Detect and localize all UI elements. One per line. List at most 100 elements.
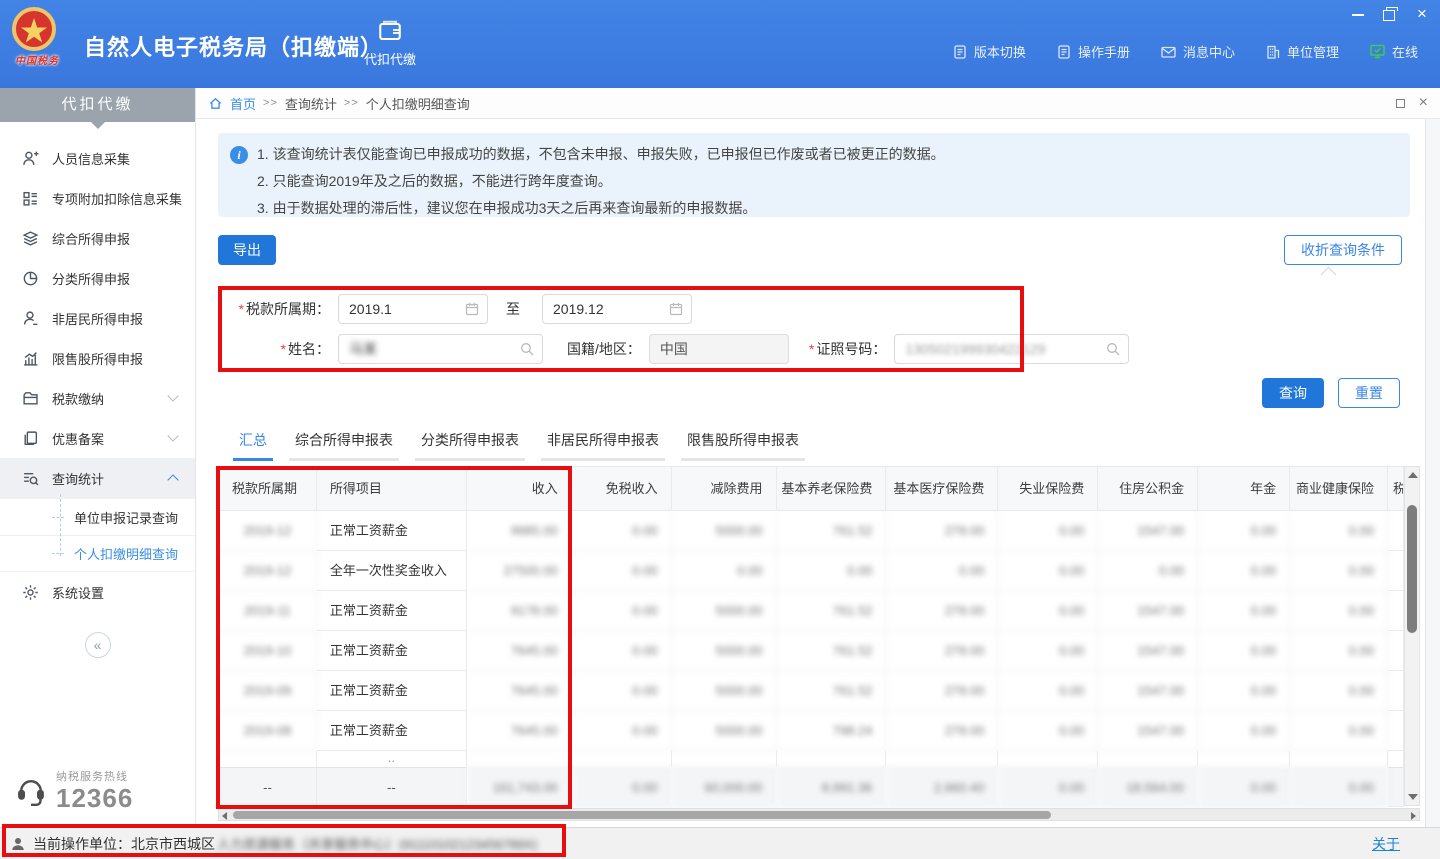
nationality-label: 国籍/地区：: [567, 339, 641, 359]
info-icon: i: [230, 146, 248, 164]
partial-cell: [1098, 751, 1198, 767]
amount-cell: 0.00: [998, 671, 1098, 711]
home-icon[interactable]: [208, 96, 223, 111]
sidebar-item-label: 查询统计: [52, 469, 104, 488]
period-cell: 2019-10: [219, 631, 317, 671]
query-button[interactable]: 查询: [1262, 378, 1324, 408]
page-scrollbar-strip[interactable]: [1425, 119, 1440, 827]
menu-unit-management[interactable]: 单位管理: [1265, 42, 1339, 61]
table-column-header: 收入: [467, 467, 572, 511]
sidebar-item-nonresident-income[interactable]: 非居民所得申报: [0, 298, 195, 338]
table-vertical-scrollbar[interactable]: [1404, 466, 1420, 806]
name-field[interactable]: [338, 334, 543, 364]
scroll-right-icon[interactable]: [1411, 812, 1416, 820]
table-row[interactable]: 2019-08正常工资薪金7645.000.005000.00798.24279…: [219, 711, 1404, 751]
sidebar-collapse-button[interactable]: «: [85, 632, 111, 658]
menu-online-status[interactable]: 在线: [1369, 42, 1418, 61]
menu-label: 在线: [1392, 42, 1418, 61]
amount-cell: 9985.00: [467, 511, 572, 551]
close-icon[interactable]: ×: [1414, 6, 1430, 22]
panel-maximize-icon[interactable]: [1396, 99, 1405, 108]
name-input[interactable]: [339, 335, 542, 363]
horizontal-scroll-thumb[interactable]: [233, 811, 1051, 819]
table-row[interactable]: 2019-12正常工资薪金9985.000.005000.00761.52279…: [219, 511, 1404, 551]
name-label: *姓名：: [218, 339, 330, 359]
period-to-field[interactable]: [542, 294, 692, 324]
about-link[interactable]: 关于: [1372, 834, 1400, 854]
calendar-icon[interactable]: [668, 301, 684, 317]
search-icon[interactable]: [1105, 341, 1121, 357]
sidebar-item-personnel-info[interactable]: 人员信息采集: [0, 138, 195, 178]
sidebar-item-query-statistics[interactable]: 查询统计: [0, 458, 195, 498]
menu-version-switch[interactable]: 版本切换: [952, 42, 1026, 61]
scroll-left-icon[interactable]: [222, 812, 227, 820]
sidebar-item-classified-income[interactable]: 分类所得申报: [0, 258, 195, 298]
menu-label: 单位管理: [1287, 42, 1339, 61]
breadcrumb-home[interactable]: 首页: [230, 94, 256, 113]
tab-restricted-stock[interactable]: 限售股所得申报表: [681, 426, 805, 461]
collapse-query-button[interactable]: 收折查询条件: [1284, 235, 1402, 265]
amount-cell: 1547.00: [1098, 591, 1198, 631]
table-horizontal-scrollbar[interactable]: [218, 808, 1420, 821]
table-row[interactable]: 2019-12全年一次性奖金收入27500.000.000.000.000.00…: [219, 551, 1404, 591]
summary-row: ----161,743.000.0060,000.008,991.362,960…: [219, 767, 1404, 807]
amount-cell: 761.52: [777, 671, 887, 711]
search-icon[interactable]: [519, 341, 535, 357]
breadcrumb-separator: >>: [263, 97, 278, 109]
amount-cell: 0.00: [886, 551, 998, 591]
table-column-header: 免税收入: [572, 467, 672, 511]
period-from-field[interactable]: [338, 294, 488, 324]
sidebar-item-comprehensive-income[interactable]: 综合所得申报: [0, 218, 195, 258]
header-menu: 版本切换 操作手册 消息中心 单位管理: [952, 42, 1418, 61]
amount-cell: 761.52: [777, 631, 887, 671]
reset-button[interactable]: 重置: [1338, 378, 1400, 408]
sidebar-item-special-deduction[interactable]: 专项附加扣除信息采集: [0, 178, 195, 218]
income-item-cell: 全年一次性奖金收入: [317, 551, 467, 591]
partial-cell: [467, 751, 572, 767]
summary-amount-cell: 0.00: [572, 767, 672, 807]
sidebar-subitem-unit-declaration-query[interactable]: 单位申报记录查询: [0, 498, 195, 535]
sidebar-item-tax-payment[interactable]: 税款缴纳: [0, 378, 195, 418]
table-row[interactable]: 2019-11正常工资薪金9178.000.005000.00761.52279…: [219, 591, 1404, 631]
sidebar-item-label: 分类所得申报: [52, 269, 130, 288]
amount-cell: 0.00: [572, 551, 672, 591]
id-number-input[interactable]: [895, 335, 1128, 363]
amount-cell: 0.00: [998, 591, 1098, 631]
tab-nonresident-income[interactable]: 非居民所得申报表: [541, 426, 665, 461]
sidebar-item-preferential-filing[interactable]: 优惠备案: [0, 418, 195, 458]
calendar-icon[interactable]: [464, 301, 480, 317]
tab-summary[interactable]: 汇总: [233, 426, 273, 461]
table-column-header: 减除费用: [672, 467, 777, 511]
minimize-icon[interactable]: [1350, 6, 1366, 22]
menu-manual[interactable]: 操作手册: [1056, 42, 1130, 61]
amount-cell: 5000.00: [672, 511, 777, 551]
scroll-up-icon[interactable]: [1408, 472, 1418, 478]
app-header: 中国税务 自然人电子税务局（扣缴端） 代扣代缴 版本切换: [0, 0, 1440, 88]
collapse-caret-icon: [1321, 267, 1337, 283]
restore-icon[interactable]: [1382, 6, 1398, 22]
id-number-field[interactable]: [894, 334, 1129, 364]
sidebar-item-system-settings[interactable]: 系统设置: [0, 572, 195, 612]
sidebar-collapse-wrap: «: [0, 632, 195, 658]
table-column-header: 税款所属期: [219, 467, 317, 511]
tab-classified-income[interactable]: 分类所得申报表: [415, 426, 525, 461]
amount-cell: 0.00: [1290, 711, 1388, 751]
report-tabs: 汇总 综合所得申报表 分类所得申报表 非居民所得申报表 限售股所得申报表: [233, 426, 805, 461]
app-window: 中国税务 自然人电子税务局（扣缴端） 代扣代缴 版本切换: [0, 0, 1440, 859]
breadcrumb: 首页 >> 查询统计 >> 个人扣缴明细查询 ×: [196, 88, 1440, 119]
sidebar-subitem-personal-withholding-query[interactable]: 个人扣缴明细查询: [0, 535, 195, 572]
menu-message-center[interactable]: 消息中心: [1160, 42, 1235, 61]
panel-close-icon[interactable]: ×: [1419, 96, 1428, 110]
nav-tab-daikoudaijiao[interactable]: 代扣代缴: [352, 18, 428, 68]
sidebar: 代扣代缴 人员信息采集 专项附加扣除信息采集 综合所得申报 分类所得申报 非居民…: [0, 88, 196, 827]
sidebar-item-restricted-stock[interactable]: 限售股所得申报: [0, 338, 195, 378]
export-button[interactable]: 导出: [218, 235, 276, 265]
vertical-scroll-thumb[interactable]: [1407, 505, 1417, 633]
amount-cell: 798.24: [777, 711, 887, 751]
scroll-down-icon[interactable]: [1408, 794, 1418, 800]
table-row[interactable]: 2019-10正常工资薪金7645.000.005000.00761.52279…: [219, 631, 1404, 671]
amount-cell: 0.00: [572, 511, 672, 551]
current-unit-blurred: 人力资源服务（共享服务中心）(91110102123456789X): [217, 834, 537, 853]
table-row[interactable]: 2019-09正常工资薪金7645.000.005000.00761.52279…: [219, 671, 1404, 711]
tab-comprehensive-income[interactable]: 综合所得申报表: [289, 426, 399, 461]
